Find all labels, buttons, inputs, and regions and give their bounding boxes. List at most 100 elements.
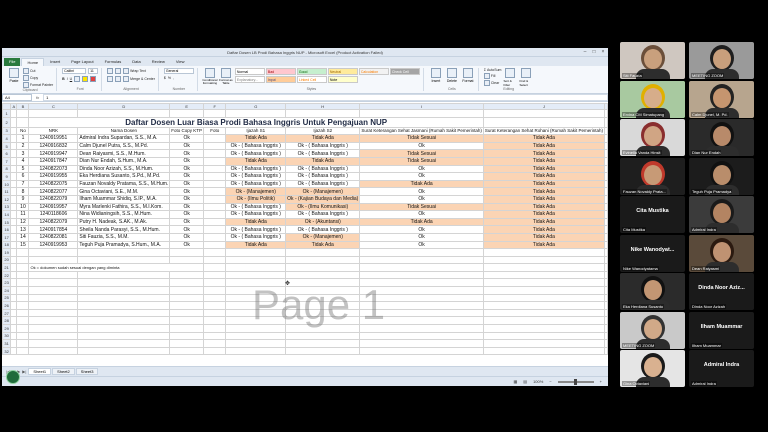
cell[interactable] [16, 286, 30, 295]
cell-foto[interactable] [203, 202, 227, 212]
cell-ktp[interactable]: Ok [169, 141, 205, 151]
cell-ktp[interactable]: Ok [169, 232, 205, 242]
cell-ijazah-s2[interactable]: Ok - ( Bahasa Inggris ) [285, 179, 361, 189]
bold-button[interactable]: B [62, 76, 65, 82]
cell-ijazah-s2[interactable]: Ok - (Akuntansi) [285, 217, 361, 227]
cell-foto[interactable] [203, 187, 227, 196]
participant-tile[interactable]: Admiral Indra Admiral Indra [689, 350, 754, 387]
cell-nrk[interactable]: 1240919955 [28, 172, 79, 181]
cell[interactable] [604, 202, 608, 212]
cell-sehat-rohani[interactable]: Tidak Ada [482, 225, 606, 234]
cell[interactable] [225, 339, 287, 348]
row-header[interactable]: 2 [2, 116, 12, 128]
cell-ijazah-s1[interactable]: Ok - ( Bahasa Inggris ) [225, 232, 287, 242]
cell-nrk[interactable]: 1240822079 [28, 217, 79, 227]
cell[interactable] [359, 308, 484, 318]
cell[interactable] [77, 316, 171, 326]
cell-no[interactable]: 11 [16, 210, 30, 219]
format-as-table-button[interactable]: Format as Table [219, 68, 233, 85]
cell-style-explanatory[interactable]: Explanatory... [234, 76, 265, 83]
cell[interactable] [285, 270, 361, 280]
cell[interactable] [28, 248, 79, 257]
zoom-slider-knob[interactable] [573, 378, 577, 385]
cell[interactable] [16, 331, 30, 341]
cell-nama[interactable]: Dean Raiyasmi, S.S., M.Hum. [77, 149, 171, 158]
row-header[interactable]: 28 [2, 316, 12, 326]
cell[interactable] [359, 270, 484, 280]
cell[interactable] [285, 316, 361, 326]
cell[interactable] [604, 308, 608, 318]
header-nama[interactable]: Nama Dosen [77, 126, 171, 136]
cell-sehat-jasmani[interactable]: Ok [359, 210, 484, 219]
row-header[interactable]: 4 [2, 134, 12, 143]
cell[interactable] [482, 308, 606, 318]
cell[interactable] [203, 324, 227, 333]
cell-ijazah-s2[interactable]: Tidak Ada [285, 156, 361, 166]
cell[interactable] [359, 286, 484, 295]
cut-button[interactable]: Cut [23, 68, 53, 74]
cell[interactable] [77, 293, 171, 303]
row-header[interactable]: 16 [2, 225, 12, 234]
cell-nama[interactable]: Sheila Nanda Parasyi, S.S., M.Hum. [77, 225, 171, 234]
cell[interactable] [225, 324, 287, 333]
cell-no[interactable]: 1 [16, 134, 30, 143]
align-middle-button[interactable] [115, 68, 122, 74]
cell-nama[interactable]: Fauzan Novaldy Pratama, S.S., M.Hum. [77, 179, 171, 189]
cell-nama[interactable]: Calm Djunel Putra, S.S., M.Pd. [77, 141, 171, 151]
header-sehat-jasmani[interactable]: Surat Keterangan Sehat Jasmani (Rumah Sa… [359, 126, 484, 136]
cell-ktp[interactable]: Ok [169, 149, 205, 158]
cell[interactable] [203, 255, 227, 265]
cell[interactable] [359, 263, 484, 272]
cell-style-normal[interactable]: Normal [234, 68, 265, 75]
cell-ijazah-s1[interactable]: Ok - ( Bahasa Inggris ) [225, 202, 287, 212]
cell[interactable] [604, 263, 608, 272]
currency-button[interactable]: $ [164, 76, 166, 80]
cell-nama[interactable]: Gina Octaviani, S.E., M.M. [77, 187, 171, 196]
cell[interactable] [482, 286, 606, 295]
participant-tile[interactable]: MEETING ZOOM [689, 42, 754, 79]
cell-nama[interactable]: Eka Herdiana Susanto, S.Pd., M.Pd. [77, 172, 171, 181]
cell-ktp[interactable]: Ok [169, 172, 205, 181]
row-header[interactable]: 25 [2, 293, 12, 303]
cell-foto[interactable] [203, 141, 227, 151]
cell[interactable] [225, 293, 287, 303]
header-ijazah-s1[interactable]: Ijazah S1 [225, 126, 287, 136]
row-header[interactable]: 27 [2, 308, 12, 318]
cell[interactable] [16, 339, 30, 348]
cell-sehat-jasmani[interactable]: Tidak Ada [359, 217, 484, 227]
cell[interactable] [77, 270, 171, 280]
cell[interactable] [225, 109, 287, 118]
cell-sehat-rohani[interactable]: Tidak Ada [482, 202, 606, 212]
cell-foto[interactable] [203, 232, 227, 242]
normal-view-icon[interactable]: ▦ [514, 379, 518, 384]
cell-no[interactable]: 9 [16, 194, 30, 204]
cell[interactable] [285, 248, 361, 257]
cell[interactable] [604, 240, 608, 250]
row-header[interactable]: 1 [2, 109, 12, 118]
cell-ijazah-s2[interactable]: Tidak Ada [285, 240, 361, 250]
conditional-formatting-button[interactable]: Conditional Formatting [202, 68, 217, 85]
cell-style-note[interactable]: Note [327, 76, 358, 83]
cell[interactable] [604, 232, 608, 242]
cell[interactable] [225, 316, 287, 326]
participant-tile[interactable]: Dean Raiyasmi [689, 234, 754, 272]
sheet-tab-sheet3[interactable]: Sheet3 [75, 368, 99, 375]
cell[interactable] [604, 316, 608, 326]
header-foto[interactable]: Foto [203, 126, 227, 136]
header-fotocopy-ktp[interactable]: Foto Copy KTP [169, 126, 205, 136]
autosum-button[interactable]: Σ AutoSum [484, 68, 502, 72]
italic-button[interactable]: I [67, 76, 68, 82]
cell[interactable] [482, 301, 606, 310]
cell-no[interactable]: 8 [16, 187, 30, 196]
cell-ktp[interactable]: Ok [169, 194, 205, 204]
cell-ijazah-s2[interactable]: Ok - ( Bahasa Inggris ) [285, 149, 361, 158]
cell-no[interactable]: 12 [16, 217, 30, 227]
sheet-tab-sheet2[interactable]: Sheet2 [52, 368, 75, 375]
cell[interactable] [482, 116, 606, 128]
cell[interactable] [604, 217, 608, 227]
header-no[interactable]: No [16, 126, 30, 136]
cell-sehat-rohani[interactable]: Tidak Ada [482, 187, 606, 196]
cell[interactable] [604, 179, 608, 189]
cell-foto[interactable] [203, 149, 227, 158]
cell[interactable] [225, 255, 287, 265]
